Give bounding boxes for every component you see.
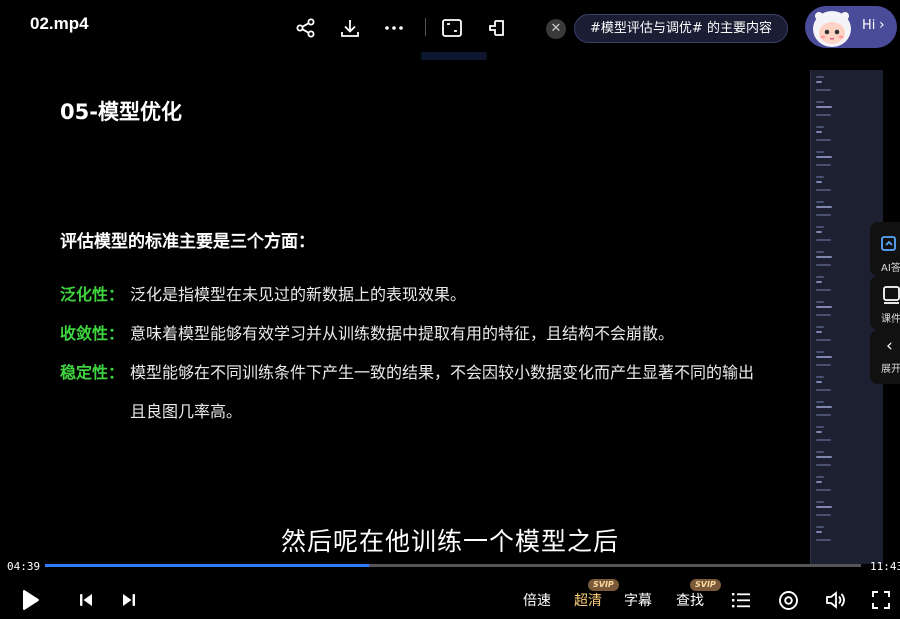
ide-line <box>816 263 831 266</box>
side-expand-button[interactable] <box>870 330 900 384</box>
volume-icon[interactable] <box>823 588 849 612</box>
screenshot-icon[interactable] <box>438 14 466 42</box>
desc-convergence: 意味着模型能够有效学习并从训练数据中提取有用的特征，且结构不会崩散。 <box>130 324 675 343</box>
slide-heading: 评估模型的标准主要是三个方面： <box>60 232 315 252</box>
quality-button[interactable]: 超清 <box>574 590 602 610</box>
ide-line <box>816 163 831 166</box>
ide-line <box>816 188 831 191</box>
courseware-icon[interactable] <box>883 286 900 308</box>
ide-value <box>816 206 832 208</box>
playlist-icon[interactable] <box>729 588 753 612</box>
ide-value <box>816 356 832 358</box>
ide-value <box>816 306 832 308</box>
ide-value <box>816 156 832 158</box>
share-icon[interactable] <box>292 14 320 42</box>
side-courseware-label[interactable]: 课件 <box>881 310 900 325</box>
ide-line <box>816 326 824 328</box>
ide-line <box>816 288 831 291</box>
video-subtitle: 然后呢在他训练一个模型之后 <box>280 527 619 556</box>
ide-line <box>816 501 824 503</box>
ide-line <box>816 438 831 441</box>
ide-value <box>816 431 822 433</box>
previous-icon[interactable] <box>74 588 98 612</box>
assistant-greeting[interactable]: Hi <box>862 18 875 33</box>
ide-line <box>816 276 824 278</box>
settings-icon[interactable] <box>776 588 800 612</box>
ide-line <box>816 313 831 316</box>
ide-value <box>816 281 822 283</box>
ide-value <box>816 381 822 383</box>
ide-line <box>816 351 824 353</box>
ide-line <box>816 376 824 378</box>
ide-value <box>816 181 822 183</box>
next-icon[interactable] <box>117 588 141 612</box>
ide-line <box>816 513 831 516</box>
desc-stability: 模型能够在不同训练条件下产生一致的结果，不会因较小数据变化而产生显著不同的输出 <box>130 363 755 382</box>
ide-line <box>816 451 824 453</box>
ide-line <box>816 388 831 391</box>
ide-line <box>816 363 831 366</box>
slide-mini-toolbar <box>421 52 487 60</box>
progress-bar[interactable] <box>45 564 861 567</box>
pip-icon[interactable] <box>483 14 511 42</box>
side-expand-label[interactable]: 展开 <box>881 360 900 375</box>
ide-line <box>816 176 824 178</box>
ide-value <box>816 406 832 408</box>
play-button[interactable] <box>18 588 44 612</box>
ide-value <box>816 456 832 458</box>
ide-value <box>816 481 822 483</box>
ide-line <box>816 238 831 241</box>
ide-line <box>816 488 831 491</box>
term-convergence: 收敛性： <box>60 324 125 343</box>
side-ai-label[interactable]: AI答 <box>881 259 900 274</box>
ide-value <box>816 506 832 508</box>
ide-line <box>816 201 824 203</box>
ide-value <box>816 256 832 258</box>
ide-line <box>816 113 831 116</box>
close-topic-button[interactable]: ✕ <box>546 19 566 39</box>
download-icon[interactable] <box>336 14 364 42</box>
ide-line <box>816 476 824 478</box>
ide-value <box>816 81 822 83</box>
ide-line <box>816 76 824 78</box>
ide-value <box>816 131 822 133</box>
ide-line <box>816 88 831 91</box>
desc-stability-line2: 且良图几率高。 <box>130 402 243 421</box>
more-icon[interactable] <box>380 14 408 42</box>
topic-pill[interactable]: #模型评估与调优# 的主要内容 <box>574 14 788 43</box>
ide-line <box>816 251 824 253</box>
assistant-avatar-icon[interactable] <box>810 6 854 50</box>
ide-line <box>816 401 824 403</box>
term-stability: 稳定性： <box>60 363 125 382</box>
ide-line <box>816 338 831 341</box>
video-title: 02.mp4 <box>30 14 89 33</box>
ide-value <box>816 231 822 233</box>
ide-line <box>816 151 824 153</box>
ide-line <box>816 126 824 128</box>
captions-button[interactable]: 字幕 <box>624 590 652 610</box>
ide-line <box>816 138 831 141</box>
progress-fill <box>45 564 369 567</box>
ide-line <box>816 226 824 228</box>
fullscreen-icon[interactable] <box>869 588 893 612</box>
expand-chevron-icon[interactable]: ‹ <box>886 336 893 356</box>
ide-line <box>816 301 824 303</box>
slide-title: 05-模型优化 <box>60 100 182 124</box>
ai-camera-icon[interactable] <box>881 236 900 256</box>
ide-value <box>816 106 832 108</box>
toolbar-divider <box>425 18 426 36</box>
search-button[interactable]: 查找 <box>676 590 704 610</box>
chevron-right-icon[interactable]: › <box>879 17 885 33</box>
speed-button[interactable]: 倍速 <box>523 590 551 610</box>
ide-line <box>816 463 831 466</box>
total-time: 11:43 <box>870 560 900 573</box>
term-generalization: 泛化性： <box>60 285 125 304</box>
ide-line <box>816 101 824 103</box>
desc-generalization: 泛化是指模型在未见过的新数据上的表现效果。 <box>130 285 467 304</box>
ide-line <box>816 426 824 428</box>
current-time: 04:39 <box>7 560 41 573</box>
ide-line <box>816 413 831 416</box>
ide-value <box>816 331 822 333</box>
ide-line <box>816 213 831 216</box>
